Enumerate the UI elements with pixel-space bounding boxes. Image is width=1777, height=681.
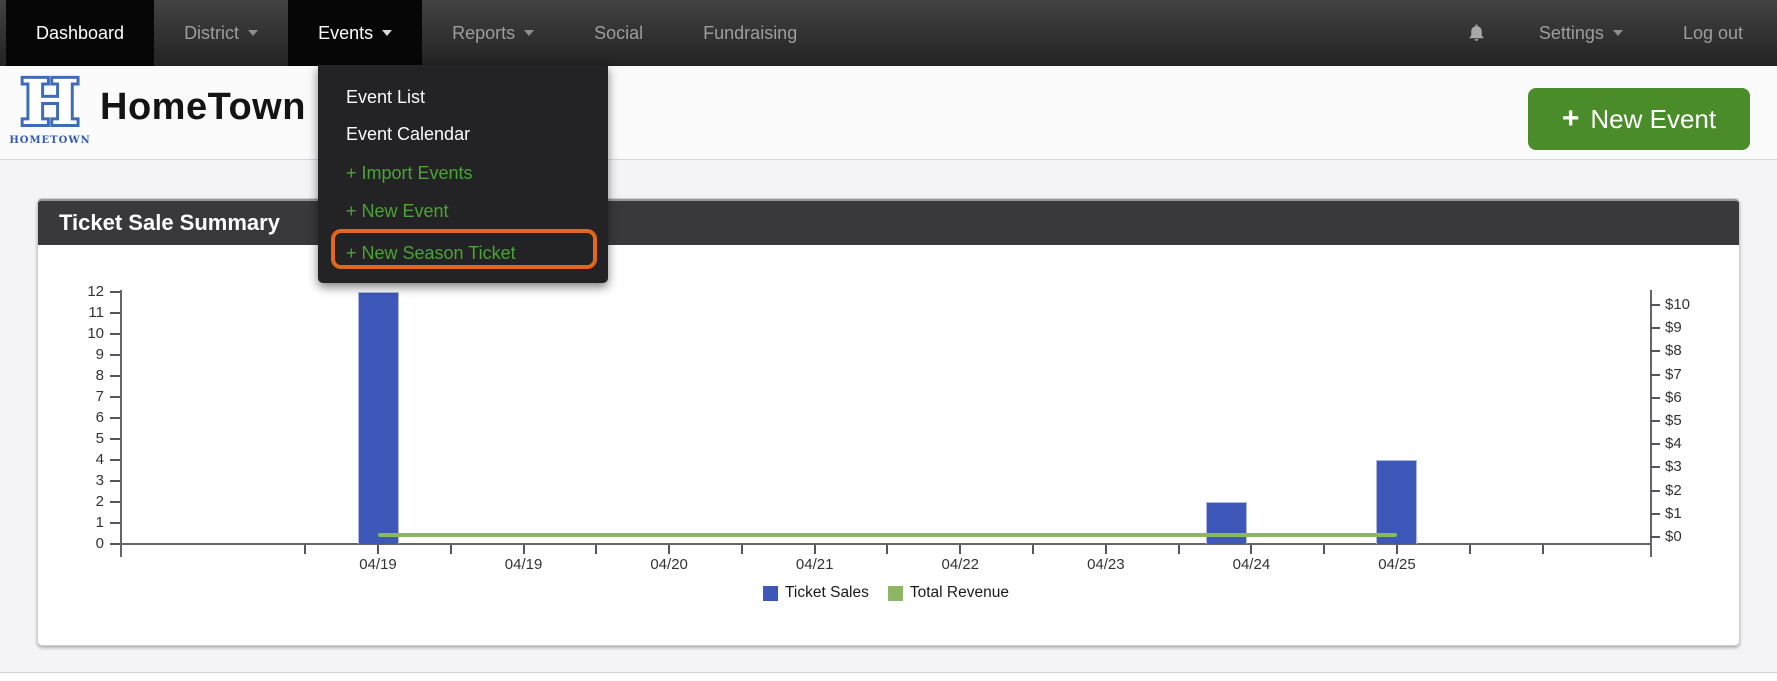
chevron-down-icon bbox=[382, 30, 392, 36]
nav-item-reports[interactable]: Reports bbox=[422, 0, 564, 66]
chevron-down-icon bbox=[524, 30, 534, 36]
panel-title: Ticket Sale Summary bbox=[38, 201, 1739, 244]
menu-item-event-list[interactable]: Event List bbox=[346, 85, 594, 109]
events-dropdown: Event List Event Calendar + Import Events +… bbox=[318, 65, 608, 283]
svg-text:H: H bbox=[21, 72, 80, 134]
ticket-sale-summary-panel: Ticket Sale Summary bbox=[37, 198, 1740, 646]
footer-divider bbox=[0, 672, 1777, 681]
nav-item-label: Settings bbox=[1539, 23, 1604, 44]
nav-item-dashboard[interactable]: Dashboard bbox=[6, 0, 154, 66]
nav-item-label: Events bbox=[318, 23, 373, 44]
menu-item-new-season-ticket[interactable]: + New Season Ticket bbox=[346, 241, 594, 265]
notifications-button[interactable] bbox=[1444, 22, 1509, 44]
nav-item-fundraising[interactable]: Fundraising bbox=[673, 0, 827, 66]
nav-item-label: Log out bbox=[1683, 23, 1743, 44]
nav-item-social[interactable]: Social bbox=[564, 0, 673, 66]
nav-item-label: Social bbox=[594, 23, 643, 44]
nav-item-log-out[interactable]: Log out bbox=[1653, 23, 1759, 44]
logo-caption: HOMETOWN bbox=[8, 135, 92, 146]
panel-header: Ticket Sale Summary bbox=[38, 199, 1739, 245]
menu-item-new-event[interactable]: + New Event bbox=[346, 199, 594, 223]
nav-item-label: District bbox=[184, 23, 239, 44]
new-event-button-label: New Event bbox=[1590, 104, 1716, 135]
main-nav: Dashboard District Events Reports Social Fund… bbox=[0, 0, 1777, 66]
nav-item-district[interactable]: District bbox=[154, 0, 288, 66]
nav-item-label: Reports bbox=[452, 23, 515, 44]
page-title: HomeTown bbox=[100, 86, 306, 129]
nav-item-label: Fundraising bbox=[703, 23, 797, 44]
plus-icon: + bbox=[1562, 104, 1580, 134]
nav-item-events[interactable]: Events bbox=[288, 0, 422, 66]
chevron-down-icon bbox=[248, 30, 258, 36]
hometown-logo-h-icon: H bbox=[8, 72, 92, 134]
nav-left: Dashboard District Events Reports Social Fund… bbox=[0, 0, 827, 66]
nav-item-settings[interactable]: Settings bbox=[1509, 23, 1653, 44]
nav-item-label: Dashboard bbox=[36, 23, 124, 44]
bell-icon bbox=[1466, 22, 1487, 44]
page: Dashboard District Events Reports Social Fund… bbox=[0, 0, 1777, 681]
hometown-logo: H HOMETOWN bbox=[8, 72, 92, 146]
new-event-button[interactable]: + New Event bbox=[1528, 88, 1750, 150]
nav-right: Settings Log out bbox=[1444, 0, 1777, 66]
menu-item-event-calendar[interactable]: Event Calendar bbox=[346, 122, 594, 146]
chevron-down-icon bbox=[1613, 30, 1623, 36]
menu-item-import-events[interactable]: + Import Events bbox=[346, 161, 594, 185]
